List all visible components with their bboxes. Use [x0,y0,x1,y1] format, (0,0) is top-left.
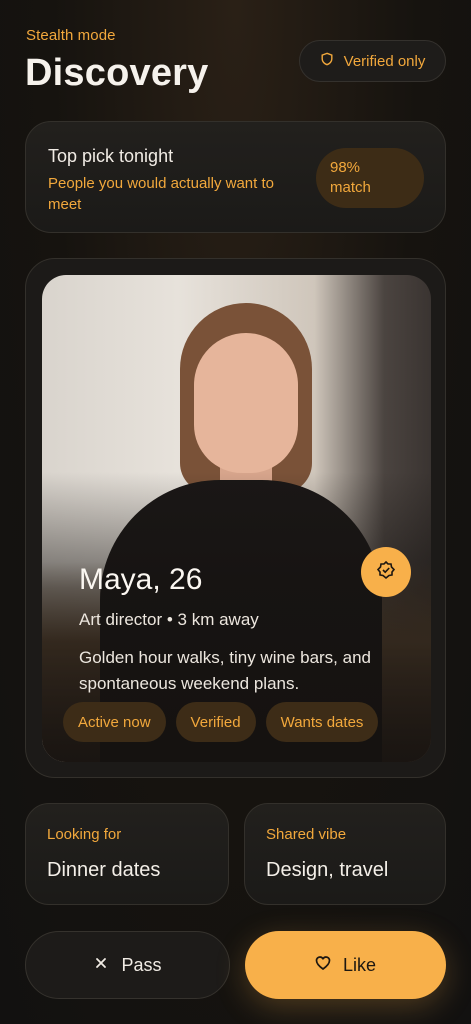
shared-vibe-value: Design, travel [266,859,389,881]
tag-active-now: Active now [63,702,166,742]
match-label: match [330,179,371,196]
verified-badge-button[interactable] [361,547,411,597]
looking-for-value: Dinner dates [47,859,161,881]
top-pick-title: Top pick tonight [48,146,174,166]
verified-badge-icon [376,560,396,585]
shared-vibe-label: Shared vibe [266,826,347,843]
like-button[interactable]: Like [245,931,446,999]
looking-for-label: Looking for [47,826,122,843]
shield-icon [320,52,334,70]
profile-job-distance: Art director • 3 km away [79,610,259,629]
verified-only-label: Verified only [343,52,426,70]
profile-photo: Maya, 26 Art director • 3 km away Golden… [42,275,431,762]
tag-wants-dates: Wants dates [265,702,379,742]
like-label: Like [342,954,377,975]
match-percent: 98% [330,159,361,176]
looking-for-card: Looking for Dinner dates [25,803,229,905]
pass-button[interactable]: Pass [25,931,230,999]
match-badge: 98% match [316,148,424,208]
profile-tags: Active now Verified Wants dates [63,702,379,742]
eyebrow-label: Stealth mode [26,27,116,44]
heart-icon [315,955,331,976]
verified-only-filter[interactable]: Verified only [299,40,446,82]
page-title: Discovery [25,52,209,94]
shared-vibe-card: Shared vibe Design, travel [244,803,446,905]
top-pick-subtitle: People you would actually want to meet [48,175,274,213]
close-icon [93,955,109,976]
top-pick-card[interactable]: Top pick tonight People you would actual… [25,121,446,233]
pass-label: Pass [121,954,162,975]
tag-verified: Verified [175,702,256,742]
profile-name: Maya, 26 [79,563,203,596]
profile-card[interactable]: Maya, 26 Art director • 3 km away Golden… [25,258,446,778]
profile-bio: Golden hour walks, tiny wine bars, and s… [79,648,371,693]
